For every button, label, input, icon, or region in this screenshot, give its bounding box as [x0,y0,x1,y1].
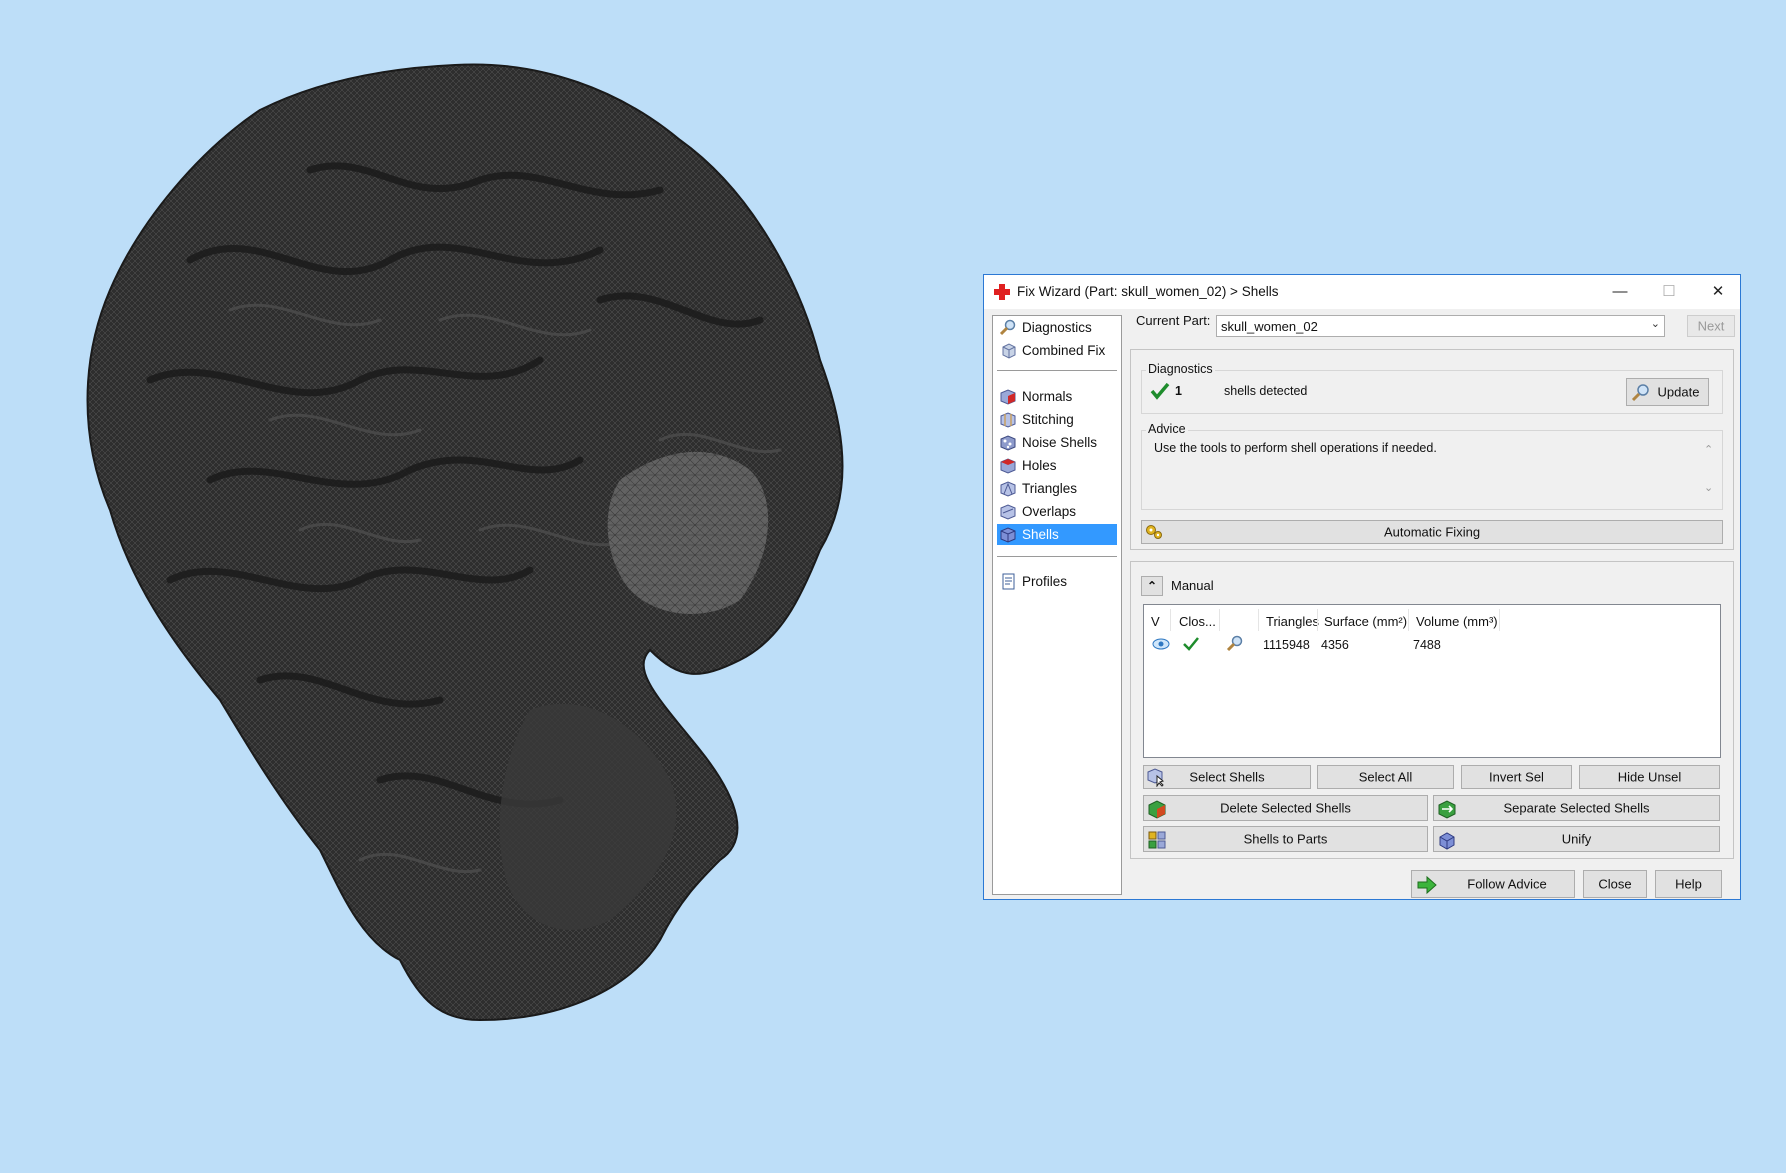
surface-value: 4356 [1321,638,1349,652]
current-part-value: skull_women_02 [1221,319,1318,334]
green-arrow-icon [1417,875,1437,895]
diagnostics-group: Diagnostics 1 shells detected Update [1141,362,1723,414]
diagnostics-magnifier-icon [999,319,1016,336]
column-divider [1317,609,1318,631]
collapse-manual-button[interactable]: ⌃ [1141,576,1163,596]
sidebar-item-stitching[interactable]: Stitching [997,409,1117,430]
column-divider [1499,609,1500,631]
shells-cube-icon [1000,527,1016,543]
sidebar-item-overlaps[interactable]: Overlaps [997,501,1117,522]
current-part-label: Current Part: [1136,313,1211,328]
sidebar-item-combined-fix[interactable]: Combined Fix [997,340,1117,361]
column-divider [1170,609,1171,631]
window-title: Fix Wizard (Part: skull_women_02) > Shel… [1017,284,1279,299]
automatic-fixing-button[interactable]: Automatic Fixing [1141,520,1723,544]
fix-wizard-window: Fix Wizard (Part: skull_women_02) > Shel… [983,274,1741,900]
unify-button[interactable]: Unify [1433,826,1720,852]
checkmark-icon [1183,637,1199,651]
minimize-icon: — [1612,283,1628,300]
combined-fix-icon [1002,343,1016,359]
triangles-icon [1000,481,1016,497]
chevron-down-icon: ⌄ [1650,318,1660,330]
diagnostics-panel: Diagnostics 1 shells detected Update Adv… [1130,349,1734,550]
manual-label: Manual [1171,578,1214,593]
checkmark-icon [1150,382,1170,400]
column-header-visible[interactable]: V [1151,611,1160,633]
update-button[interactable]: Update [1626,378,1709,406]
overlaps-icon [1000,504,1016,520]
follow-advice-button[interactable]: Follow Advice [1411,870,1575,898]
next-button[interactable]: Next [1687,315,1735,337]
eye-icon[interactable] [1152,638,1170,650]
column-header-surface[interactable]: Surface (mm²) [1324,611,1407,633]
column-divider [1258,609,1259,631]
stitching-cube-icon [1000,412,1016,428]
title-bar[interactable]: Fix Wizard (Part: skull_women_02) > Shel… [984,275,1740,309]
current-part-select[interactable]: skull_women_02 ⌄ [1216,315,1665,337]
select-shells-button[interactable]: Select Shells [1143,765,1311,789]
separate-selected-shells-button[interactable]: Separate Selected Shells [1433,795,1720,821]
red-cross-icon [994,284,1010,300]
chevron-up-icon: ⌃ [1146,579,1158,593]
column-divider [1408,609,1409,631]
sidebar-divider-2 [997,556,1117,558]
sidebar-item-normals[interactable]: Normals [997,386,1117,407]
column-header-action[interactable] [1224,611,1254,633]
sidebar-item-holes[interactable]: Holes [997,455,1117,476]
close-button[interactable]: Close [1583,870,1647,898]
sidebar-divider [997,370,1117,372]
holes-cube-icon [1000,458,1016,474]
delete-selected-shells-button[interactable]: Delete Selected Shells [1143,795,1428,821]
minimize-button[interactable]: — [1596,275,1644,309]
column-header-triangles[interactable]: Triangles [1266,611,1319,633]
sidebar-item-profiles[interactable]: Profiles [997,571,1117,592]
sidebar-item-shells[interactable]: Shells [997,524,1117,545]
maximize-button[interactable]: ☐ [1645,275,1693,309]
skull-mesh-model[interactable] [60,60,860,1080]
shells-to-parts-button[interactable]: Shells to Parts [1143,826,1428,852]
advice-group-label: Advice [1146,422,1188,436]
sidebar-item-noise-shells[interactable]: Noise Shells [997,432,1117,453]
wizard-sidebar: Diagnostics Combined Fix Normals Stitchi… [992,315,1122,895]
close-window-button[interactable]: ✕ [1694,275,1742,309]
scroll-down-icon[interactable]: ⌄ [1704,481,1713,494]
normals-cube-icon [1000,389,1016,405]
profiles-document-icon [1002,573,1015,590]
column-header-closed[interactable]: Clos... [1179,611,1216,633]
noise-shells-icon [1000,435,1016,451]
advice-group: Advice Use the tools to perform shell op… [1141,422,1723,510]
column-divider [1219,609,1220,631]
column-header-volume[interactable]: Volume (mm³) [1416,611,1498,633]
invert-selection-button[interactable]: Invert Sel [1461,765,1572,789]
magnifier-icon [1631,384,1649,402]
help-button[interactable]: Help [1655,870,1722,898]
select-all-button[interactable]: Select All [1317,765,1454,789]
diagnostics-group-label: Diagnostics [1146,362,1215,376]
sidebar-item-diagnostics[interactable]: Diagnostics [997,317,1117,338]
shell-count: 1 [1175,384,1182,398]
scroll-up-icon[interactable]: ⌃ [1704,443,1713,456]
hide-unselected-button[interactable]: Hide Unsel [1579,765,1720,789]
magnifier-icon[interactable] [1226,635,1244,653]
shells-detected-text: shells detected [1224,384,1308,398]
shells-table[interactable]: V Clos... Triangles Surface (mm²) Volume… [1143,604,1721,758]
triangles-value: 1115948 [1263,638,1310,652]
maximize-icon: ☐ [1662,283,1676,300]
volume-value: 7488 [1413,638,1441,652]
sidebar-item-triangles[interactable]: Triangles [997,478,1117,499]
close-icon: ✕ [1711,283,1725,300]
advice-text: Use the tools to perform shell operation… [1154,441,1437,455]
